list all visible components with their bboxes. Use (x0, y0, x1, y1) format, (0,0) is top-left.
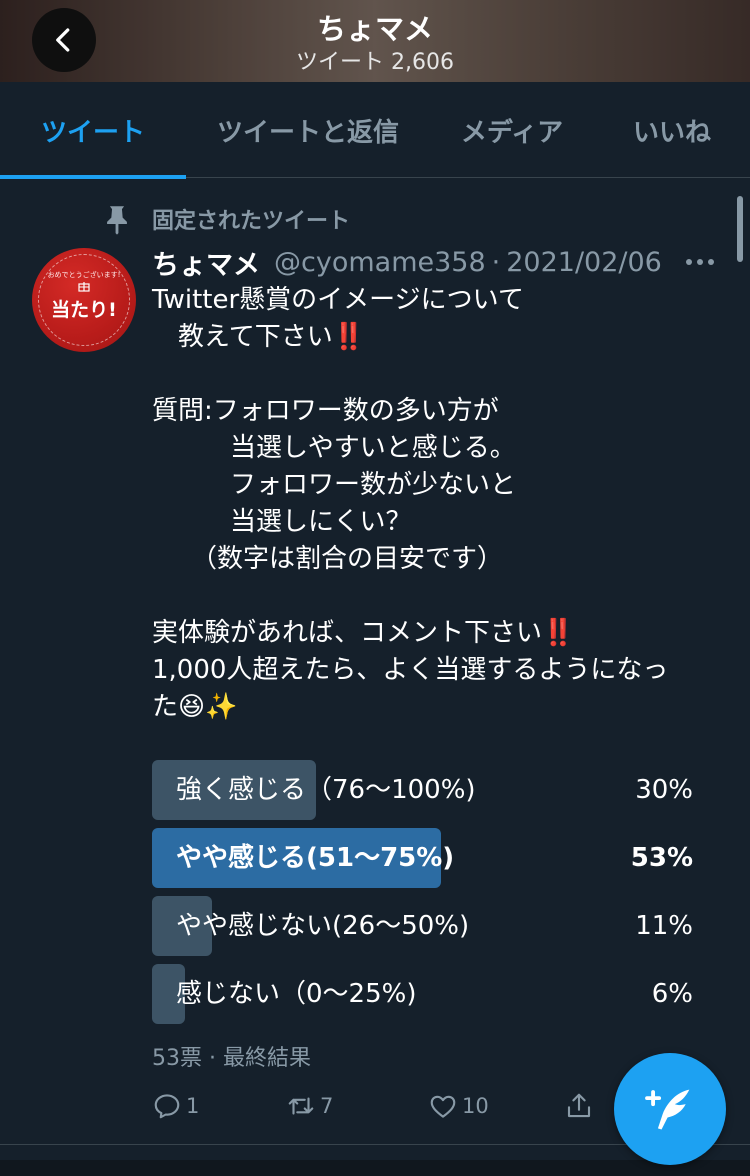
author-name[interactable]: ちょマメ (152, 243, 260, 282)
tweet-line (152, 356, 712, 393)
heart-icon (430, 1095, 456, 1118)
poll-option-percent: 30% (635, 775, 693, 805)
tweet-line: 当選しやすいと感じる。 (152, 433, 516, 463)
avatar-text: 当たり! (51, 299, 117, 321)
laughing-emoji: 😆 (178, 692, 206, 722)
tab-media[interactable]: メディア (430, 82, 594, 178)
pinned-label: 固定されたツイート (152, 209, 351, 234)
poll-option: 強く感じる（76〜100%) 30% (152, 760, 697, 820)
gift-icon (78, 282, 90, 292)
poll-option: やや感じない(26〜50%) 11% (152, 896, 697, 956)
poll-option-label: 感じない（0〜25%) (176, 979, 417, 1009)
reply-button[interactable]: 1 (152, 1084, 199, 1128)
poll-option-label: やや感じる(51〜75%) (176, 843, 455, 873)
avatar-caption: おめでとうございます! (47, 271, 121, 279)
tweet-line: 実体験があれば、コメント下さい‼️ (152, 618, 575, 648)
tweet-line: フォロワー数が少ないと (152, 470, 517, 500)
reply-count: 1 (186, 1094, 200, 1118)
tweet-line: （数字は割合の目安です） (152, 544, 504, 574)
sparkles-emoji: ✨ (205, 692, 238, 722)
author-handle[interactable]: @cyomame358 (274, 247, 486, 278)
tab-tweets-and-replies[interactable]: ツイートと返信 (186, 82, 430, 178)
profile-name-title: ちょマメ (316, 12, 433, 46)
poll-option: 感じない（0〜25%) 6% (152, 964, 697, 1024)
compose-tweet-button[interactable] (614, 1053, 726, 1165)
like-button[interactable]: 10 (428, 1084, 489, 1128)
like-count: 10 (462, 1094, 489, 1118)
profile-tabs: ツイート ツイートと返信 メディア いいね (0, 82, 750, 179)
retweet-icon (288, 1097, 314, 1115)
share-icon (567, 1093, 591, 1118)
tweet-line: 質問:フォロワー数の多い方が (152, 396, 499, 426)
tweet-line: 1,000人超えたら、よく当選するようになっ (152, 655, 669, 685)
double-exclamation-emoji: ‼️ (542, 618, 575, 648)
retweet-button[interactable]: 7 (286, 1084, 333, 1128)
compose-feather-icon (645, 1089, 690, 1130)
poll-option-label: やや感じない(26〜50%) (176, 911, 470, 941)
poll-option-percent: 53% (630, 843, 693, 873)
tweet-line: た😆✨ (152, 692, 238, 722)
tweet-line: 当選しにくい？ (152, 507, 412, 537)
reply-icon (154, 1094, 180, 1119)
avatar[interactable]: おめでとうございます! 当たり! (32, 248, 136, 352)
retweet-count: 7 (320, 1094, 334, 1118)
more-options-icon[interactable] (684, 252, 716, 272)
poll-option-percent: 11% (635, 911, 693, 941)
tweet-actions: 1 7 10 (152, 1084, 612, 1128)
tab-tweets[interactable]: ツイート (0, 82, 186, 179)
tweet-date[interactable]: 2021/02/06 (506, 247, 662, 278)
poll-option-percent: 6% (651, 979, 693, 1009)
profile-header: ちょマメ ツイート 2,606 (0, 0, 750, 82)
pinned-indicator: 固定されたツイート (100, 202, 350, 236)
poll-option-winner: やや感じる(51〜75%) 53% (152, 828, 697, 888)
tweet-header: ちょマメ @cyomame358 · 2021/02/06 (152, 242, 662, 282)
tweet-line (152, 578, 712, 615)
tweet-text: Twitter懸賞のイメージについて 教えて下さい‼️ 質問:フォロワー数の多い… (152, 282, 712, 726)
scrollbar[interactable] (737, 196, 743, 262)
tab-likes[interactable]: いいね (594, 82, 750, 178)
next-tweet-edge (0, 1160, 750, 1176)
tweet-count: ツイート 2,606 (296, 50, 454, 75)
double-exclamation-emoji: ‼️ (332, 322, 366, 352)
poll-result-meta: 53票 · 最終結果 (152, 1046, 311, 1071)
tweet-line: Twitter懸賞のイメージについて (152, 285, 524, 315)
separator-dot: · (491, 246, 501, 278)
tweet-line: 教えて下さい‼️ (152, 322, 366, 352)
pin-icon (107, 206, 127, 235)
share-button[interactable] (564, 1084, 598, 1128)
poll-option-label: 強く感じる（76〜100%) (176, 775, 476, 805)
